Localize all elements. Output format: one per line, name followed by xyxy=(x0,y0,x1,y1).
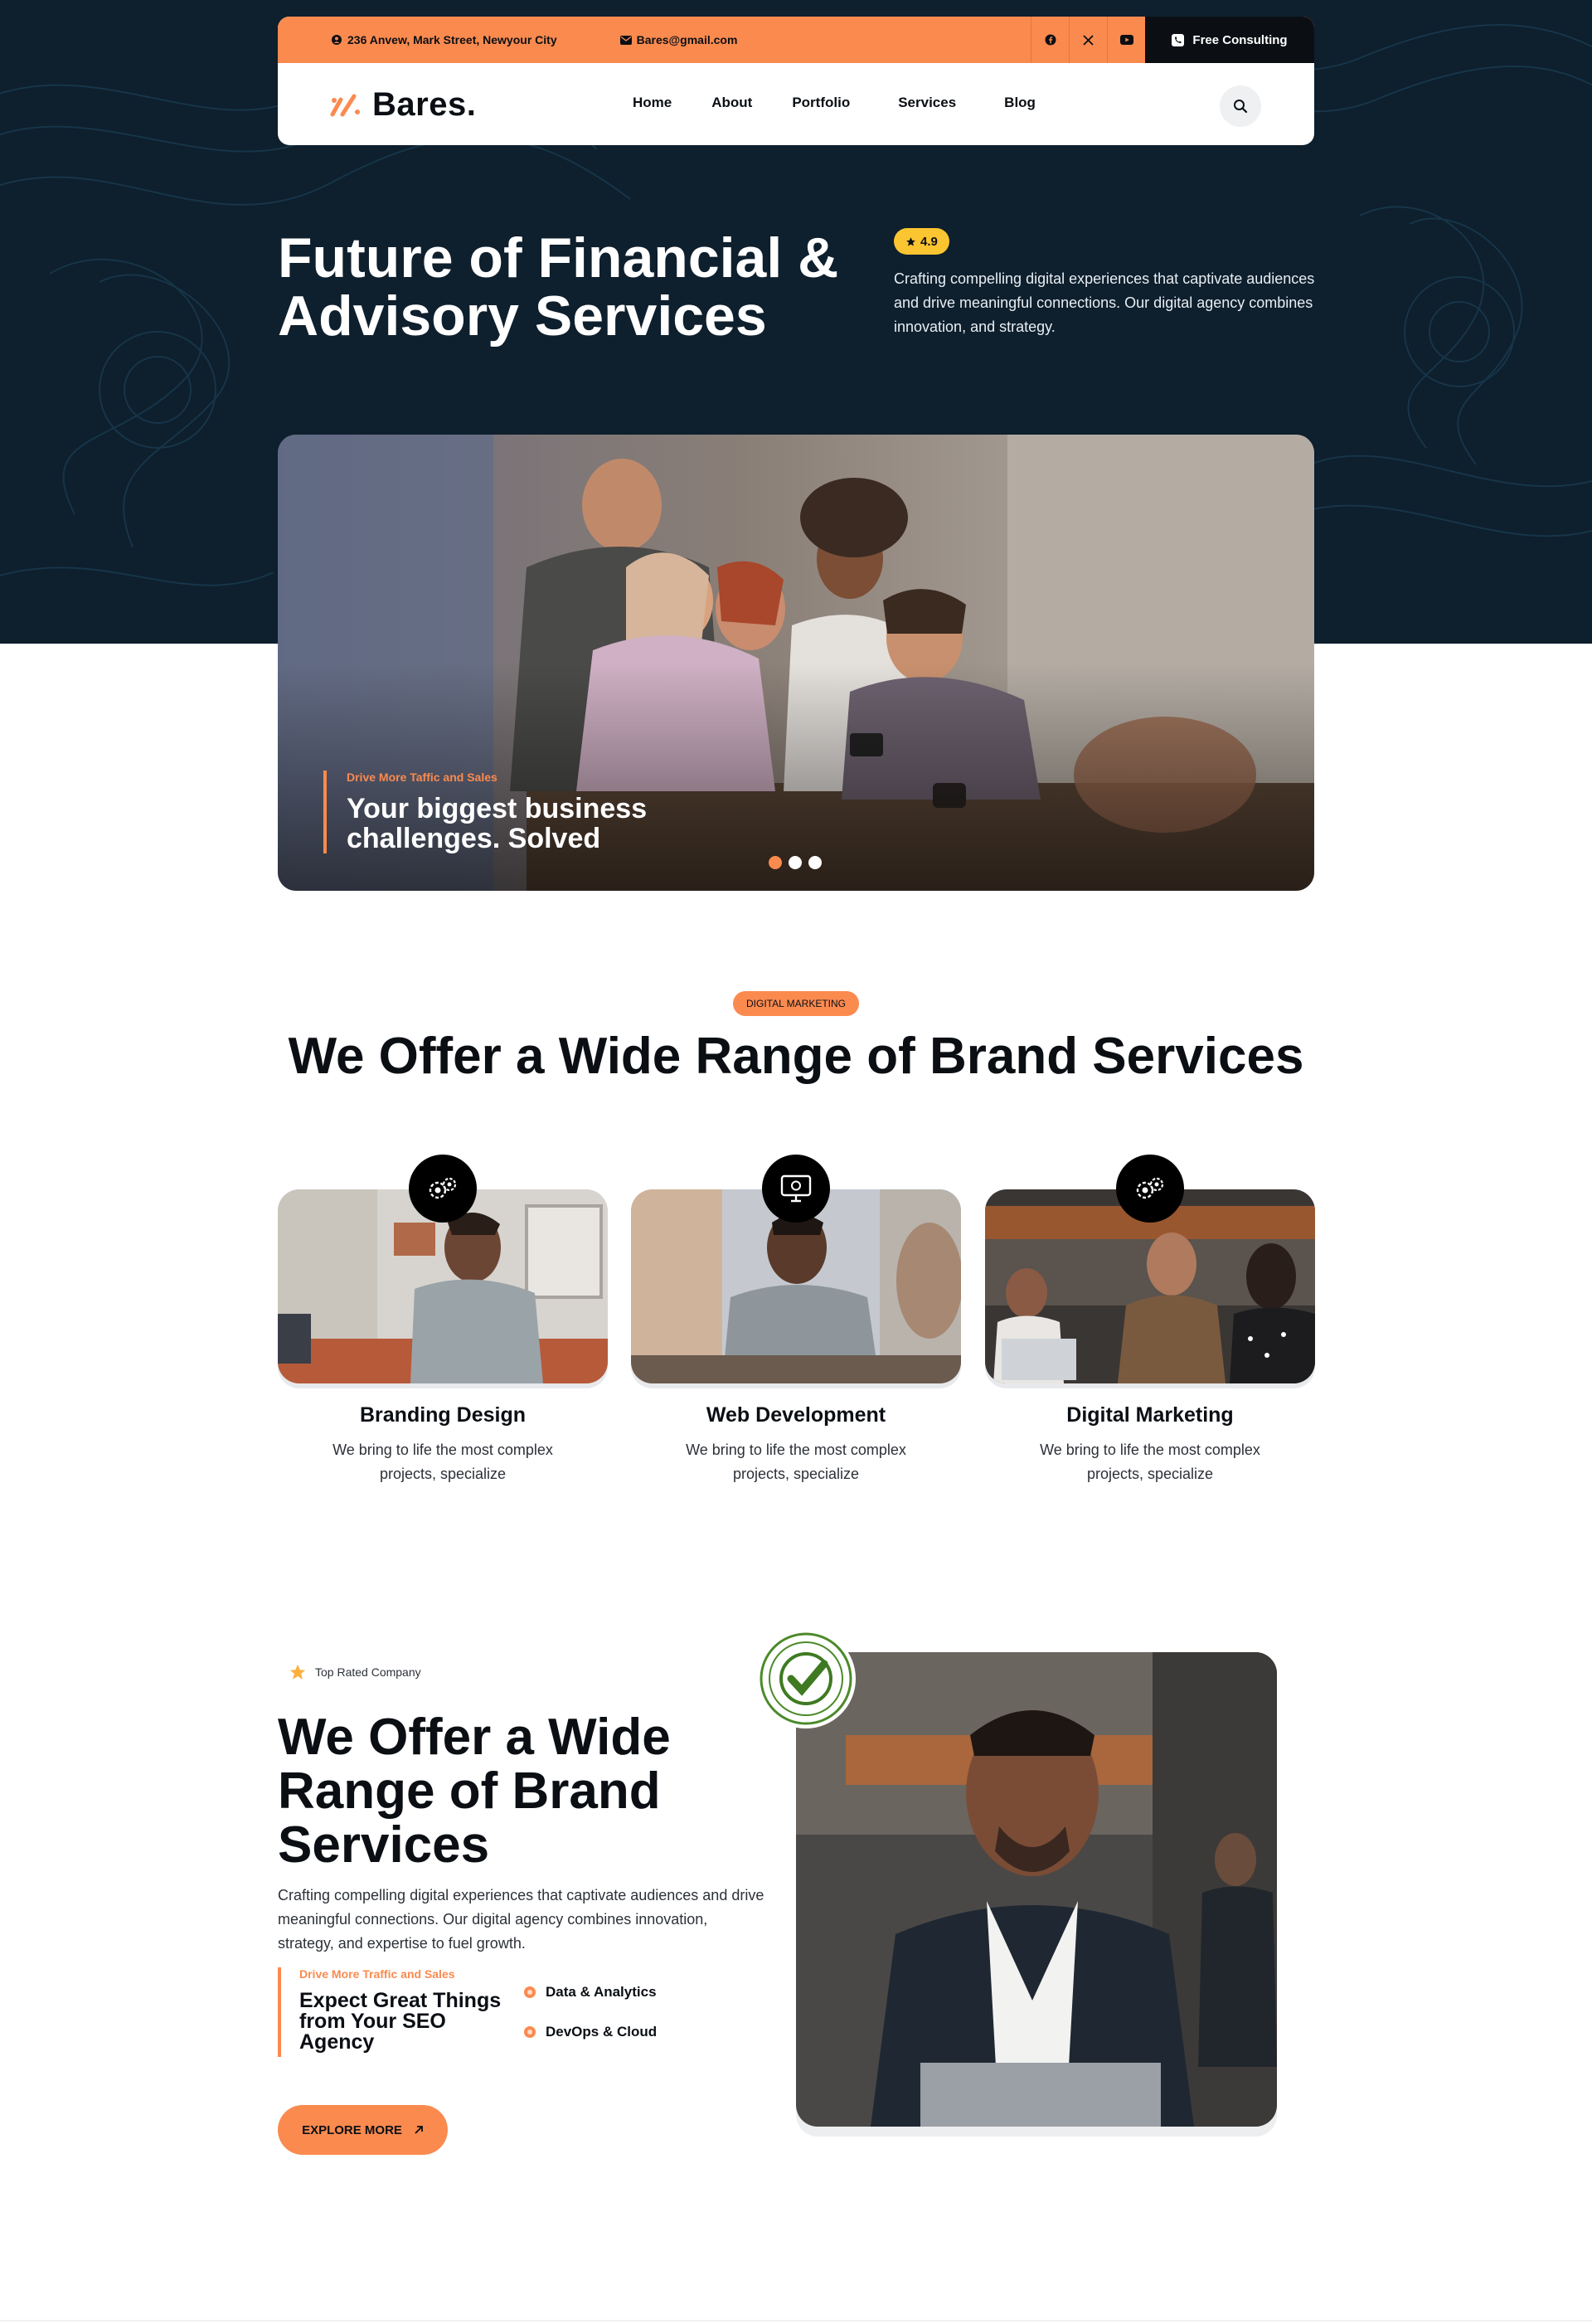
mail-icon xyxy=(619,35,632,45)
address-info: 236 Anvew, Mark Street, Newyour City xyxy=(331,33,557,46)
certified-badge-icon xyxy=(756,1629,856,1728)
divider xyxy=(0,2320,1592,2322)
about-description: Crafting compelling digital experiences … xyxy=(278,1887,764,1952)
slider-dot-3[interactable] xyxy=(808,856,822,869)
email-info[interactable]: Bares@gmail.com xyxy=(619,33,738,46)
nav-row: Bares. Home About Portfolio Services Blo… xyxy=(278,63,1314,145)
nav-blog[interactable]: Blog xyxy=(1004,95,1036,111)
service-title: Digital Marketing xyxy=(1066,1403,1234,1427)
slide-kicker: Drive More Taffic and Sales xyxy=(347,771,498,784)
about-highlight: Drive More Traffic and Sales Expect Grea… xyxy=(278,1967,523,2057)
nav-portfolio[interactable]: Portfolio xyxy=(792,95,850,111)
explore-more-button[interactable]: EXPLORE MORE xyxy=(278,2105,448,2155)
rating-value: 4.9 xyxy=(920,234,938,249)
phone-icon xyxy=(1172,33,1185,46)
service-title: Web Development xyxy=(706,1403,886,1427)
nav-services[interactable]: Services xyxy=(898,95,956,111)
service-title: Branding Design xyxy=(359,1403,526,1427)
free-consulting-button[interactable]: Free Consulting xyxy=(1145,17,1314,63)
facebook-icon[interactable] xyxy=(1031,17,1069,63)
explore-more-label: EXPLORE MORE xyxy=(302,2122,402,2137)
feature-item: Data & Analytics xyxy=(524,1984,657,2001)
search-icon xyxy=(1234,100,1248,114)
feature-item: DevOps & Cloud xyxy=(524,2024,657,2040)
main-nav: Home About Portfolio Services Blog xyxy=(633,95,1036,111)
slider-dots xyxy=(769,856,822,869)
about-quote-title: Expect Great Things from Your SEO Agency xyxy=(299,1989,502,2054)
slide-caption: Drive More Taffic and Sales Your biggest… xyxy=(323,771,703,853)
slider-dot-1[interactable] xyxy=(769,856,782,869)
feature-label: DevOps & Cloud xyxy=(546,2024,658,2040)
nav-about[interactable]: About xyxy=(711,95,752,111)
nav-home[interactable]: Home xyxy=(633,95,672,111)
bullet-icon xyxy=(524,1986,536,1998)
location-icon xyxy=(332,35,342,45)
hero-description: Crafting compelling digital experiences … xyxy=(894,270,1315,335)
logo-text: Bares. xyxy=(372,86,477,123)
x-icon[interactable] xyxy=(1069,17,1107,63)
youtube-icon[interactable] xyxy=(1107,17,1145,63)
bullet-icon xyxy=(524,2026,536,2038)
address-text: 236 Anvew, Mark Street, Newyour City xyxy=(347,33,557,46)
hero-slider[interactable]: Drive More Taffic and Sales Your biggest… xyxy=(278,435,1314,891)
top-rated-tag: Top Rated Company xyxy=(289,1663,421,1681)
slide-title: Your biggest business challenges. Solved xyxy=(347,793,648,854)
businessman-photo xyxy=(796,1652,1277,2127)
services-title: We Offer a Wide Range of Brand Services xyxy=(288,1028,1304,1085)
service-description: We bring to life the most complex projec… xyxy=(1040,1442,1260,1482)
arrow-up-right-icon xyxy=(415,2126,423,2134)
feature-label: Data & Analytics xyxy=(546,1984,657,2000)
gears-icon xyxy=(1116,1155,1184,1223)
slider-dot-2[interactable] xyxy=(789,856,802,869)
gears-icon xyxy=(409,1155,477,1223)
star-icon xyxy=(906,236,915,246)
rating-badge: 4.9 xyxy=(894,228,949,255)
top-bar: 236 Anvew, Mark Street, Newyour City Bar… xyxy=(278,17,1314,63)
about-title: We Offer a Wide Range of Brand Services xyxy=(278,1709,671,1874)
site-header: 236 Anvew, Mark Street, Newyour City Bar… xyxy=(278,17,1314,145)
service-description: We bring to life the most complex projec… xyxy=(332,1442,553,1482)
email-text: Bares@gmail.com xyxy=(636,33,738,46)
logo[interactable]: Bares. xyxy=(329,86,476,124)
hero-title: Future of Financial & Advisory Services xyxy=(278,226,839,348)
search-button[interactable] xyxy=(1220,85,1261,127)
star-icon xyxy=(289,1664,306,1680)
about-kicker: Drive More Traffic and Sales xyxy=(299,1967,455,1981)
social-links xyxy=(1031,17,1145,63)
logo-mark-icon xyxy=(330,94,360,116)
monitor-icon xyxy=(762,1155,830,1223)
free-consulting-label: Free Consulting xyxy=(1192,32,1288,47)
section-tag: DIGITAL MARKETING xyxy=(733,991,859,1016)
top-rated-label: Top Rated Company xyxy=(315,1665,421,1679)
service-description: We bring to life the most complex projec… xyxy=(686,1442,906,1482)
